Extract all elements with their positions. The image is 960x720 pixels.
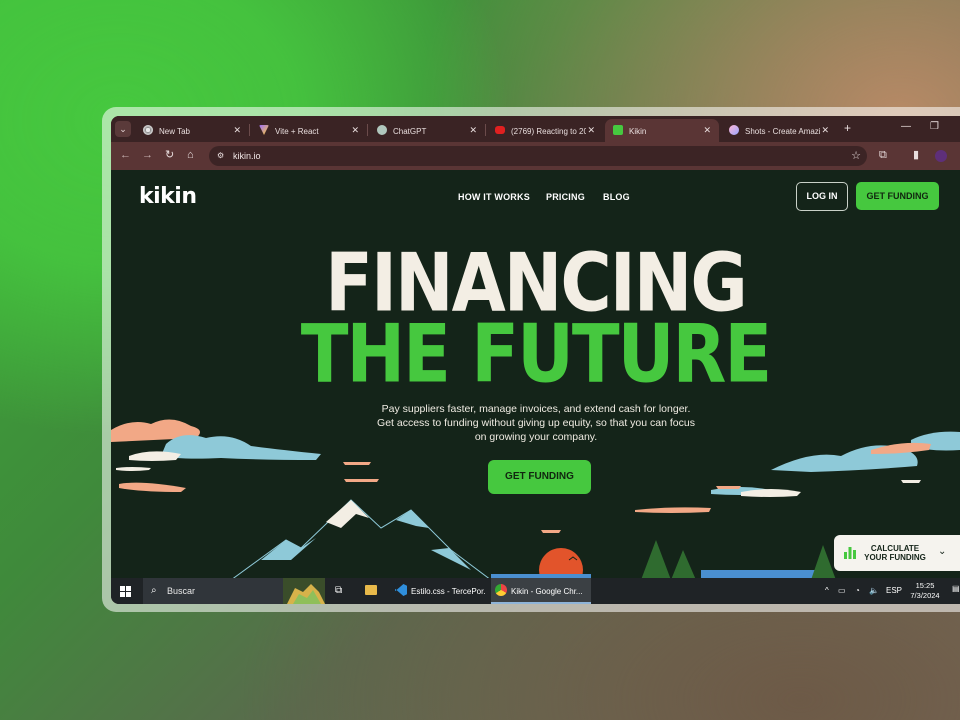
search-placeholder: Buscar — [167, 586, 196, 596]
bookmark-star-icon[interactable]: ☆ — [851, 149, 861, 162]
vscode-icon — [395, 584, 407, 596]
bar-chart-icon — [844, 547, 856, 559]
vite-icon — [259, 125, 269, 135]
notification-icon[interactable]: ▤ — [952, 584, 960, 593]
login-button[interactable]: LOG IN — [796, 182, 848, 211]
kikin-icon — [613, 125, 623, 135]
extensions-icon[interactable]: ⧉ — [879, 149, 887, 161]
network-drive-icon[interactable]: ▭ — [838, 586, 846, 595]
calculate-funding-widget[interactable]: CALCULATE YOUR FUNDING ⌄ — [834, 535, 960, 571]
address-bar[interactable]: ⚙ kikin.io ☆ — [209, 146, 867, 166]
shots-icon — [729, 125, 739, 135]
site-info-icon[interactable]: ⚙ — [217, 151, 227, 161]
search-highlight-illustration — [283, 578, 325, 604]
nav-blog[interactable]: BLOG — [603, 192, 630, 202]
back-icon[interactable]: ← — [120, 150, 131, 161]
close-tab-icon[interactable]: ✕ — [703, 125, 711, 136]
tab-search-chevron-icon[interactable]: ⌄ — [115, 121, 131, 137]
wifi-icon[interactable]: ◔ — [855, 586, 860, 595]
close-tab-icon[interactable]: ✕ — [587, 125, 595, 136]
get-funding-hero-button[interactable]: GET FUNDING — [488, 460, 591, 494]
minimize-icon[interactable]: — — [901, 121, 911, 132]
side-panel-icon[interactable]: ▮ — [913, 149, 919, 161]
get-funding-nav-button[interactable]: GET FUNDING — [856, 182, 939, 210]
tab-separator — [249, 124, 250, 136]
restore-icon[interactable]: ❐ — [930, 121, 939, 132]
nav-how-it-works[interactable]: HOW IT WORKS — [458, 192, 530, 202]
task-view-icon[interactable]: ⧉ — [335, 585, 342, 596]
tab-separator — [485, 124, 486, 136]
tab-chatgpt[interactable]: ChatGPT ✕ — [369, 119, 485, 142]
volume-icon[interactable]: 🔈 — [869, 586, 879, 595]
taskbar-app-chrome[interactable]: Kikin - Google Chr... — [491, 578, 591, 604]
chatgpt-icon — [377, 125, 387, 135]
file-explorer-icon[interactable] — [365, 585, 377, 595]
hero-subtitle: Pay suppliers faster, manage invoices, a… — [377, 403, 695, 443]
close-tab-icon[interactable]: ✕ — [821, 125, 829, 136]
taskbar-clock[interactable]: 15:25 7/3/2024 — [908, 581, 942, 601]
chrome-icon — [495, 584, 507, 596]
show-hidden-icons-chevron-icon[interactable]: ^ — [825, 586, 829, 595]
new-tab-icon[interactable]: + — [844, 121, 851, 135]
calculate-funding-label: CALCULATE YOUR FUNDING — [864, 544, 926, 562]
taskbar-app-vscode[interactable]: Estilo.css - TercePor... — [391, 578, 489, 604]
chrome-icon — [143, 125, 153, 135]
address-toolbar: ← → ↻ ⌂ ⚙ kikin.io ☆ ⧉ ▮ — [111, 142, 960, 170]
tab-kikin[interactable]: Kikin ✕ — [605, 119, 719, 142]
chevron-down-icon[interactable]: ⌄ — [938, 546, 946, 557]
tab-separator — [367, 124, 368, 136]
language-indicator[interactable]: ESP — [886, 586, 902, 595]
tab-new-tab[interactable]: New Tab ✕ — [135, 119, 249, 142]
home-icon[interactable]: ⌂ — [187, 150, 194, 161]
taskbar-search[interactable]: ⌕ Buscar — [143, 578, 325, 604]
headline-line-2: THE FUTURE — [300, 306, 773, 402]
windows-taskbar: ⌕ Buscar ⧉ Estilo.css - TercePor... Kiki… — [111, 578, 960, 604]
url-text[interactable]: kikin.io — [233, 151, 261, 161]
tab-youtube[interactable]: (2769) Reacting to 20 ✕ — [487, 119, 603, 142]
tab-shots[interactable]: Shots - Create Amazi ✕ — [721, 119, 837, 142]
search-icon: ⌕ — [151, 585, 157, 596]
tab-vite-react[interactable]: Vite + React ✕ — [251, 119, 367, 142]
kikin-logo[interactable]: kikin — [139, 184, 197, 209]
close-tab-icon[interactable]: ✕ — [233, 125, 241, 136]
kikin-webpage: kikin HOW IT WORKS PRICING BLOG LOG IN G… — [111, 170, 960, 578]
windows-start-icon[interactable] — [120, 586, 131, 597]
youtube-icon — [495, 126, 505, 134]
close-tab-icon[interactable]: ✕ — [469, 125, 477, 136]
profile-avatar[interactable] — [935, 150, 947, 162]
tab-strip: ⌄ New Tab ✕ Vite + React ✕ ChatGPT ✕ (27… — [111, 116, 960, 142]
reload-icon[interactable]: ↻ — [165, 150, 174, 161]
active-indicator — [491, 602, 591, 604]
forward-icon[interactable]: → — [142, 150, 153, 161]
close-tab-icon[interactable]: ✕ — [351, 125, 359, 136]
browser-window: ⌄ New Tab ✕ Vite + React ✕ ChatGPT ✕ (27… — [111, 116, 960, 604]
nav-pricing[interactable]: PRICING — [546, 192, 585, 202]
